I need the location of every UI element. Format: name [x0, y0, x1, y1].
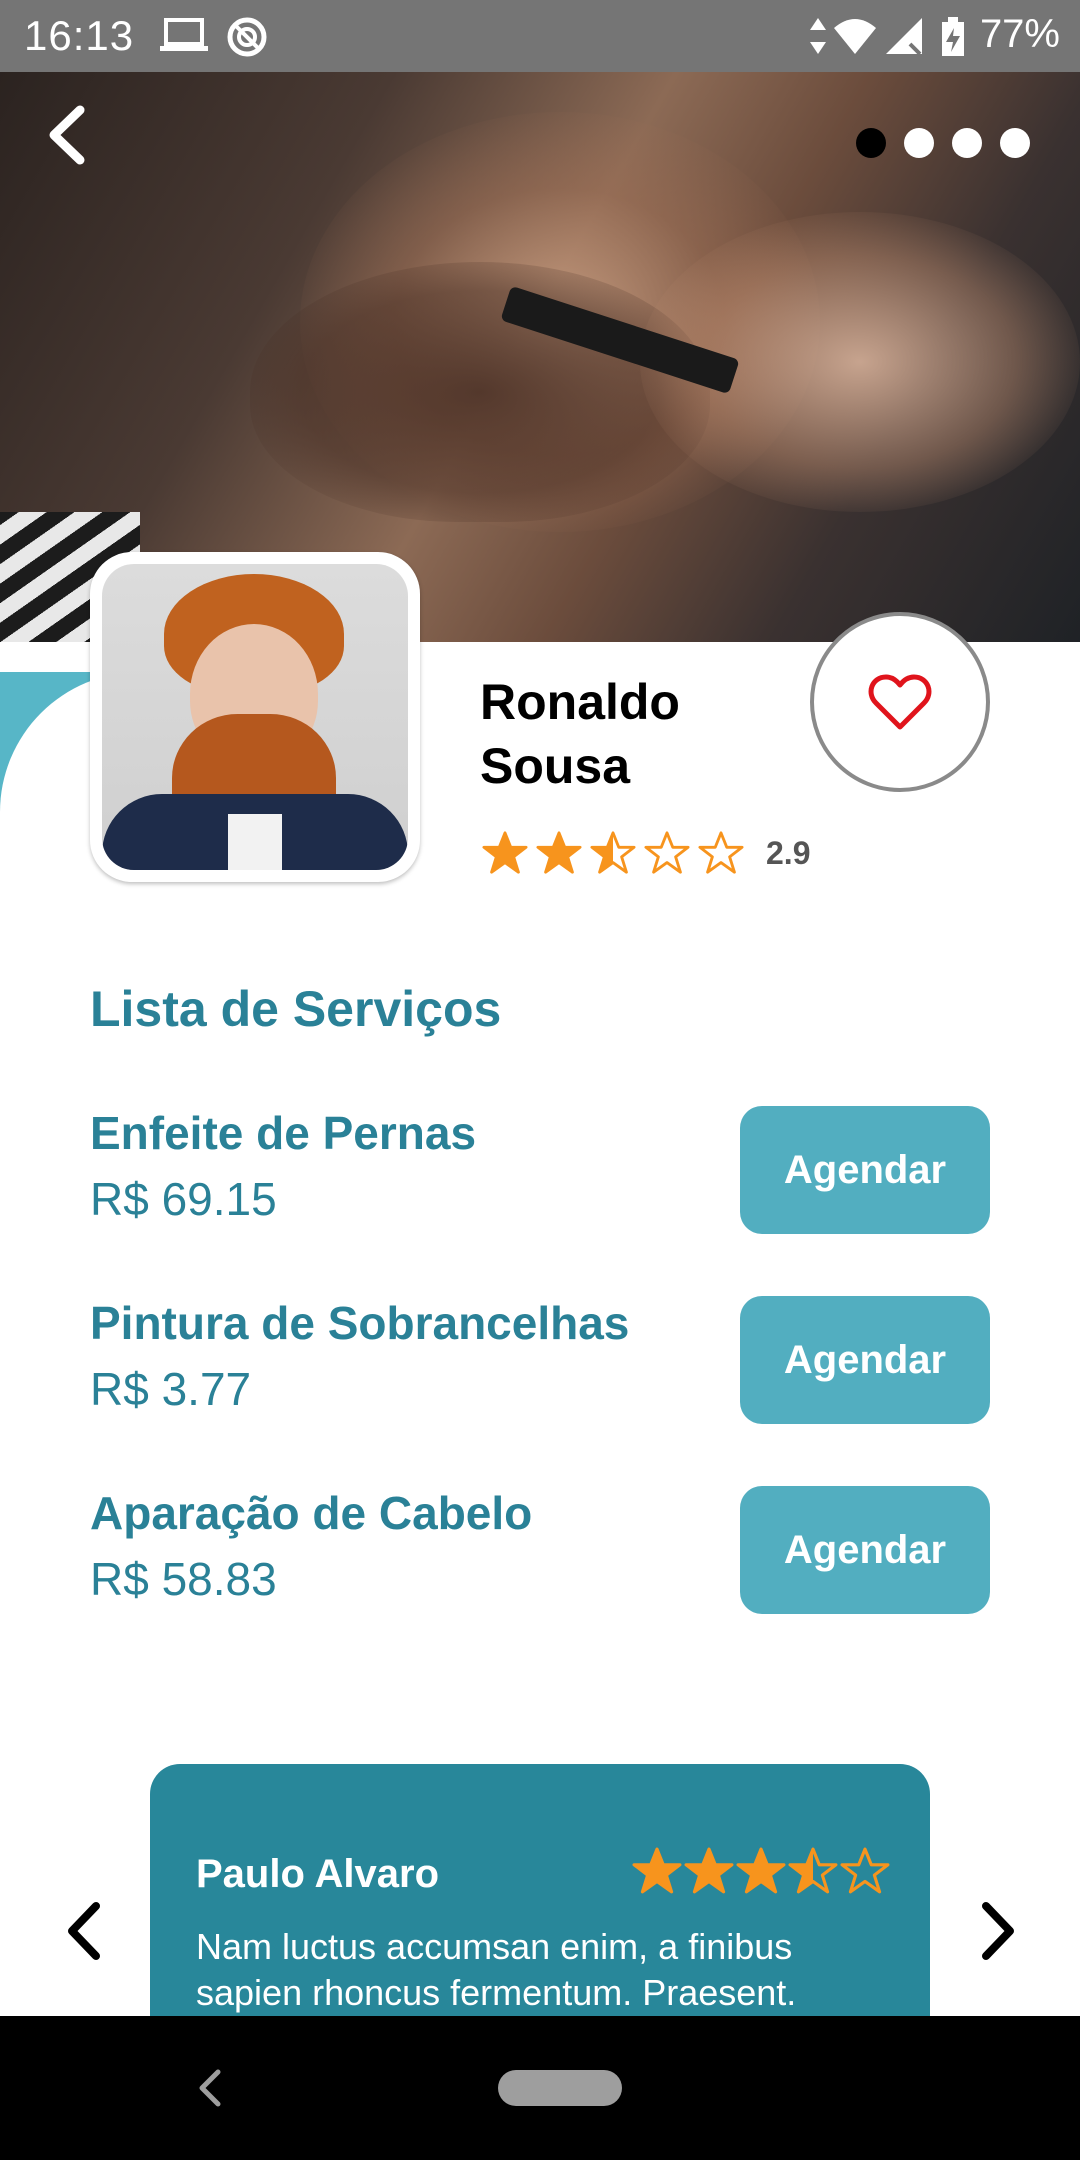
laptop-icon — [160, 18, 208, 51]
star-half-icon — [590, 831, 636, 874]
status-bar: 16:13 77% — [0, 0, 1080, 72]
service-name: Aparação de Cabelo — [90, 1487, 533, 1539]
battery-charging-icon — [942, 17, 964, 56]
cell-signal-icon — [886, 18, 922, 56]
data-arrows-icon — [810, 18, 826, 54]
book-button[interactable]: Agendar — [740, 1486, 990, 1614]
service-price: R$ 69.15 — [90, 1173, 277, 1225]
service-name: Pintura de Sobrancelhas — [90, 1297, 630, 1349]
reviewer-name: Paulo Alvaro — [196, 1852, 440, 1896]
service-item: Enfeite de Pernas R$ 69.15 Agendar — [90, 1106, 990, 1236]
carousel-dot[interactable] — [952, 128, 982, 158]
service-price: R$ 3.77 — [90, 1363, 252, 1415]
review-prev-button[interactable] — [56, 1896, 116, 1966]
service-name: Enfeite de Pernas — [90, 1107, 477, 1159]
carousel-dot[interactable] — [856, 128, 886, 158]
service-item: Pintura de Sobrancelhas R$ 3.77 Agendar — [90, 1296, 990, 1426]
star-full-icon — [684, 1847, 734, 1894]
book-button[interactable]: Agendar — [740, 1296, 990, 1424]
star-full-icon — [536, 831, 582, 874]
system-home-pill[interactable] — [498, 2070, 622, 2106]
system-nav-bar — [0, 2016, 1080, 2160]
data-saver-icon — [227, 17, 267, 57]
avatar — [102, 564, 408, 870]
services-title: Lista de Serviços — [90, 981, 502, 1037]
wifi-icon — [834, 19, 876, 54]
carousel-indicator — [856, 128, 1030, 158]
star-empty-icon — [840, 1847, 890, 1894]
favorite-button[interactable] — [810, 612, 990, 792]
chevron-right-icon — [982, 1902, 1014, 1960]
review-text: Nam luctus accumsan enim, a finibus sapi… — [196, 1926, 797, 2013]
star-half-icon — [788, 1847, 838, 1894]
star-empty-icon — [698, 831, 744, 874]
rating-stars — [482, 830, 744, 876]
book-button[interactable]: Agendar — [740, 1106, 990, 1234]
heart-outline-icon — [868, 674, 932, 730]
system-back-button[interactable] — [190, 2062, 230, 2114]
review-next-button[interactable] — [966, 1896, 1026, 1966]
star-empty-icon — [644, 831, 690, 874]
service-item: Aparação de Cabelo R$ 58.83 Agendar — [90, 1486, 990, 1616]
carousel-dot[interactable] — [1000, 128, 1030, 158]
status-time: 16:13 — [24, 12, 135, 59]
avatar-frame — [90, 552, 420, 882]
rating: 2.9 — [482, 830, 810, 876]
barber-name: Ronaldo Sousa — [480, 674, 680, 794]
chevron-left-icon — [49, 105, 85, 165]
review-rating-stars — [632, 1846, 890, 1896]
star-full-icon — [632, 1847, 682, 1894]
chevron-left-icon — [68, 1902, 100, 1960]
chevron-left-icon — [199, 2069, 221, 2107]
battery-percent: 77% — [979, 12, 1060, 56]
star-full-icon — [482, 831, 528, 874]
carousel-dot[interactable] — [904, 128, 934, 158]
star-full-icon — [736, 1847, 786, 1894]
hero-beard — [250, 262, 710, 522]
avatar-shirt — [228, 814, 282, 870]
back-button[interactable] — [36, 100, 106, 170]
rating-value: 2.9 — [766, 834, 811, 871]
service-price: R$ 58.83 — [90, 1553, 277, 1605]
